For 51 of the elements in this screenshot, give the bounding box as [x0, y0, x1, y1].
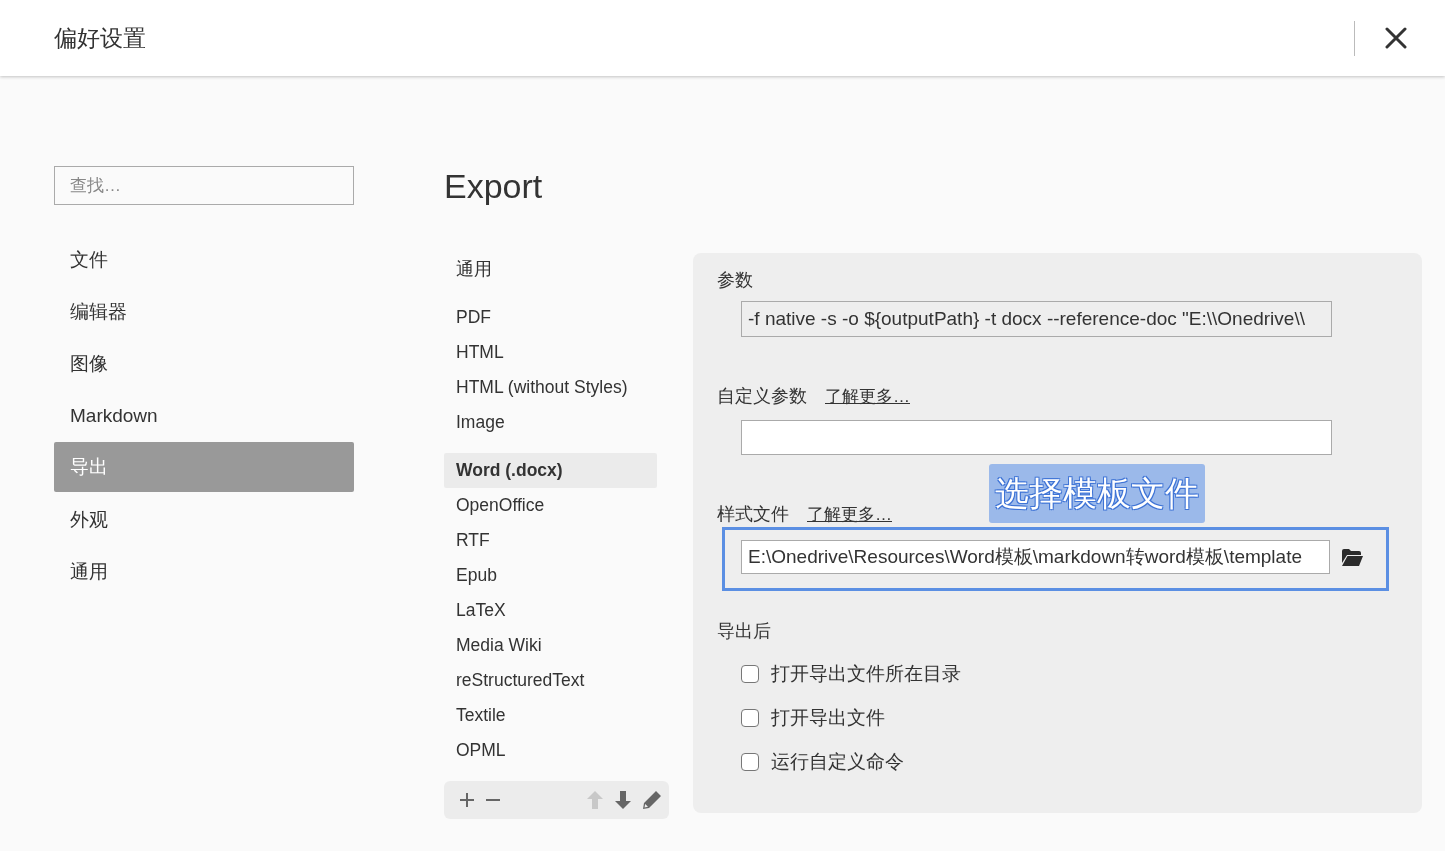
- arguments-field[interactable]: -f native -s -o ${outputPath} -t docx --reference-doc "E:\\Onedrive\\: [741, 301, 1332, 337]
- checkbox[interactable]: [741, 753, 759, 771]
- checkbox-label: 打开导出文件所在目录: [771, 661, 961, 686]
- input-field[interactable]: [741, 419, 1332, 455]
- format-item[interactable]: reStructuredText: [444, 663, 657, 698]
- sidebar-item[interactable]: 外观: [54, 494, 354, 546]
- checkbox[interactable]: [741, 709, 759, 727]
- format-item[interactable]: HTML: [444, 335, 657, 370]
- sidebar-item[interactable]: 编辑器: [54, 286, 354, 338]
- window-title: 偏好设置: [54, 23, 146, 53]
- annotation-label: 选择模板文件: [989, 464, 1205, 523]
- format-item[interactable]: Epub: [444, 558, 657, 593]
- sidebar-item[interactable]: 文件: [54, 234, 354, 286]
- learn-more-link[interactable]: 了解更多…: [807, 501, 892, 527]
- edit-button[interactable]: [643, 791, 661, 809]
- sidebar-item[interactable]: Markdown: [54, 390, 354, 442]
- style-file-field[interactable]: E:\Onedrive\Resources\Word模板\markdown转word模板\template: [741, 540, 1330, 574]
- page-title: Export: [444, 166, 544, 206]
- learn-more-link[interactable]: 了解更多…: [825, 384, 910, 410]
- move-down-button[interactable]: [615, 791, 631, 809]
- sidebar-item[interactable]: 通用: [54, 546, 354, 598]
- checkbox[interactable]: [741, 665, 759, 683]
- close-button[interactable]: [1385, 27, 1407, 49]
- close-icon: [1385, 27, 1407, 49]
- format-item[interactable]: OpenOffice: [444, 488, 657, 523]
- field-label: 导出后: [717, 620, 772, 643]
- arrow-up-icon: [587, 791, 603, 809]
- format-item[interactable]: RTF: [444, 523, 657, 558]
- format-item[interactable]: Word (.docx): [444, 453, 657, 488]
- browse-button[interactable]: [1342, 548, 1363, 566]
- format-item[interactable]: Media Wiki: [444, 628, 657, 663]
- format-item[interactable]: Image: [444, 405, 657, 440]
- format-item[interactable]: HTML (without Styles): [444, 370, 657, 405]
- format-item[interactable]: PDF: [444, 300, 657, 335]
- add-button[interactable]: [460, 793, 474, 807]
- field-label: 自定义参数: [717, 385, 807, 408]
- pencil-icon: [643, 791, 661, 809]
- format-item[interactable]: LaTeX: [444, 593, 657, 628]
- field-label: 参数: [717, 269, 754, 292]
- checkbox-label: 运行自定义命令: [771, 749, 904, 774]
- sidebar-item[interactable]: 图像: [54, 338, 354, 390]
- arrow-down-icon: [615, 791, 631, 809]
- folder-icon: [1342, 548, 1363, 566]
- format-item[interactable]: OPML: [444, 733, 657, 768]
- format-item[interactable]: 通用: [444, 252, 657, 287]
- checkbox-label: 打开导出文件: [771, 705, 885, 730]
- field-label: 样式文件: [717, 502, 789, 526]
- plus-icon: [460, 793, 474, 807]
- search-field[interactable]: 查找…: [54, 166, 354, 205]
- minus-icon: [486, 799, 500, 801]
- format-item[interactable]: Textile: [444, 698, 657, 733]
